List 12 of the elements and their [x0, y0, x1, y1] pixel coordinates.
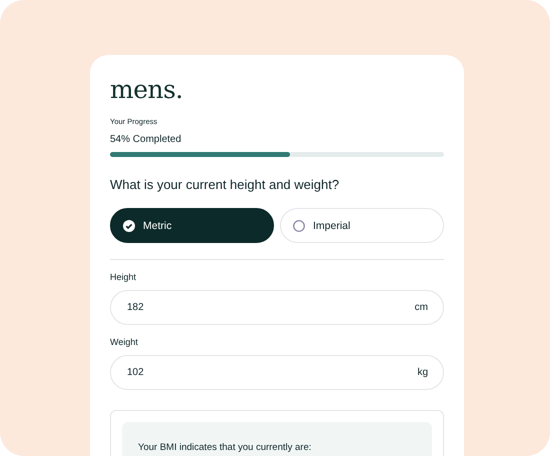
- radio-icon: [293, 220, 305, 232]
- logo: mens.: [110, 77, 183, 103]
- question-text: What is your current height and weight?: [110, 177, 340, 193]
- check-icon: [123, 220, 135, 232]
- unit-option[interactable]: Metric: [110, 208, 274, 243]
- unit-option[interactable]: Imperial: [280, 208, 444, 243]
- progress-status: 54% Completed: [110, 134, 182, 146]
- result-text: Your BMI indicates that you currently are:: [138, 442, 312, 453]
- field-label: Weight: [110, 336, 138, 348]
- unit-label: cm: [414, 302, 428, 314]
- field-label: Height: [110, 271, 136, 283]
- unit-label: kg: [417, 367, 428, 379]
